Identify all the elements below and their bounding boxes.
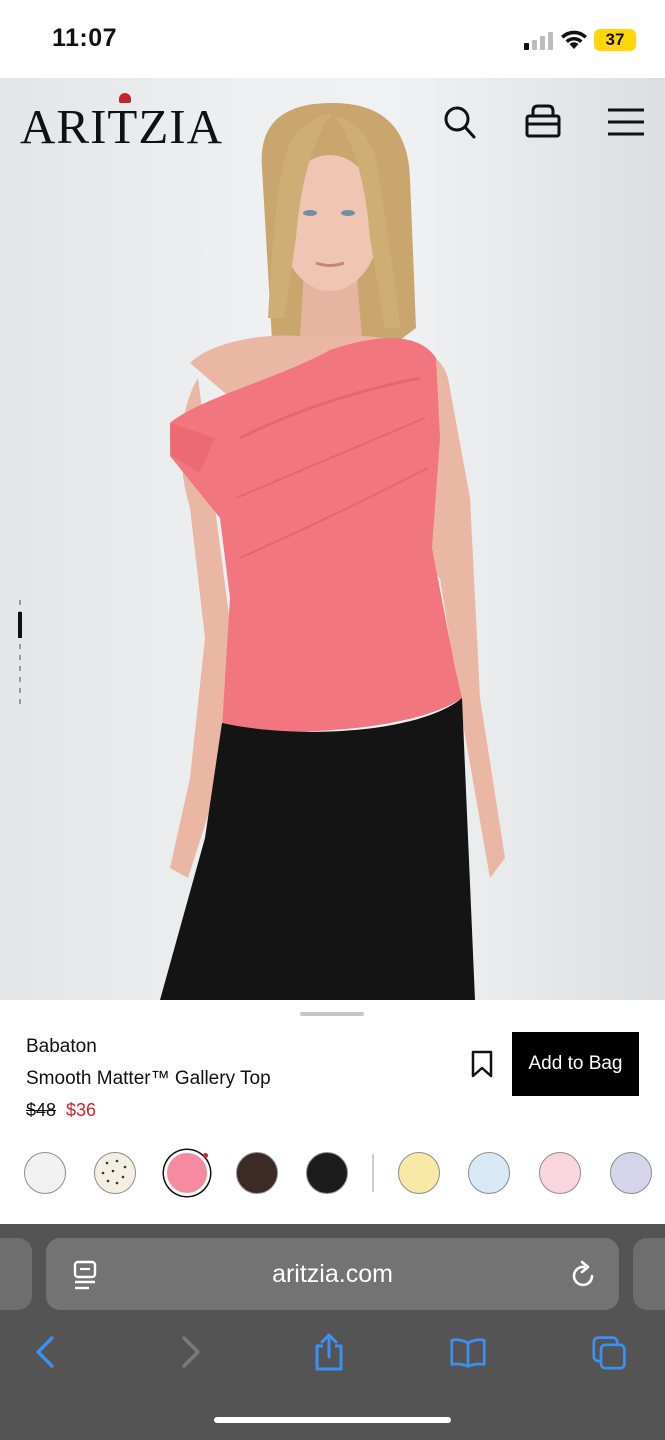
search-icon[interactable]	[440, 100, 480, 144]
logo-ladybug-icon	[119, 93, 131, 103]
sheet-drag-handle[interactable]	[300, 1012, 364, 1016]
product-name: Smooth Matter™ Gallery Top	[26, 1068, 271, 1089]
menu-icon[interactable]	[606, 100, 646, 144]
polka-dot-pattern	[101, 1159, 127, 1185]
swatch-light-blue[interactable]	[468, 1152, 510, 1194]
previous-tab-peek[interactable]	[0, 1238, 32, 1310]
tabs-icon[interactable]	[592, 1332, 628, 1372]
product-image[interactable]	[0, 78, 665, 1000]
share-icon[interactable]	[311, 1332, 347, 1372]
browser-toolbar: aritzia.com	[0, 1224, 665, 1440]
back-icon[interactable]	[28, 1332, 64, 1372]
bookmark-icon[interactable]	[470, 1050, 494, 1078]
swatch-black[interactable]	[306, 1152, 348, 1194]
url-text[interactable]: aritzia.com	[46, 1238, 619, 1310]
home-indicator	[214, 1417, 451, 1423]
model-illustration	[160, 103, 505, 1000]
product-sheet: Babaton Smooth Matter™ Gallery Top $48 $…	[0, 1000, 665, 1224]
shopping-bag-icon[interactable]	[523, 100, 563, 144]
sale-price: $36	[66, 1100, 97, 1120]
wifi-icon	[561, 30, 587, 49]
swatch-polka-dot[interactable]	[94, 1152, 136, 1194]
swatch-lavender[interactable]	[610, 1152, 652, 1194]
status-bar: 11:07 37	[0, 0, 665, 78]
swatch-light-pink[interactable]	[539, 1152, 581, 1194]
image-pager[interactable]	[18, 600, 22, 704]
selected-color-dot	[203, 1153, 208, 1158]
original-price: $48	[26, 1100, 57, 1120]
address-bar[interactable]: aritzia.com	[46, 1238, 619, 1310]
swatch-yellow[interactable]	[398, 1152, 440, 1194]
swatch-brown[interactable]	[236, 1152, 278, 1194]
reload-icon[interactable]	[570, 1260, 598, 1290]
aritzia-logo[interactable]: ARITZIA	[20, 98, 223, 155]
product-brand: Babaton	[26, 1036, 97, 1057]
swatch-white[interactable]	[24, 1152, 66, 1194]
battery-indicator: 37	[594, 29, 636, 51]
signal-icon	[524, 32, 554, 50]
forward-icon[interactable]	[172, 1332, 208, 1372]
bookmarks-icon[interactable]	[450, 1332, 486, 1372]
next-tab-peek[interactable]	[633, 1238, 665, 1310]
add-to-bag-button[interactable]: Add to Bag	[512, 1032, 639, 1096]
swatch-pink[interactable]	[166, 1152, 208, 1194]
swatch-divider	[372, 1154, 374, 1192]
status-time: 11:07	[52, 24, 118, 52]
